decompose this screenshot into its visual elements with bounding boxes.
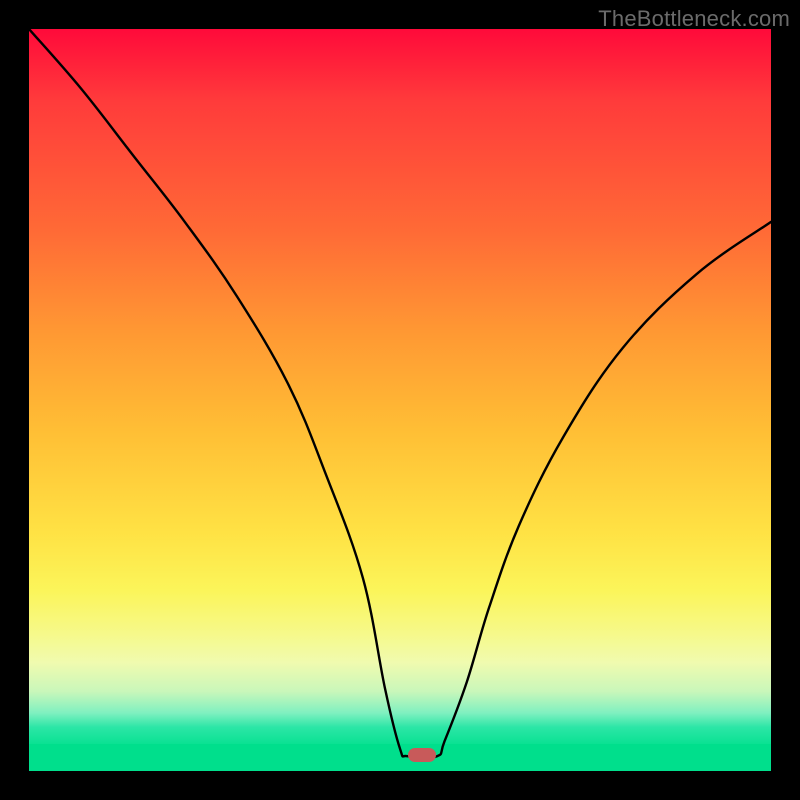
watermark-text: TheBottleneck.com xyxy=(598,6,790,32)
optimal-marker xyxy=(408,748,436,762)
plot-area xyxy=(29,29,771,771)
chart-frame: TheBottleneck.com xyxy=(0,0,800,800)
curve-path xyxy=(29,29,771,758)
bottleneck-curve xyxy=(29,29,771,771)
